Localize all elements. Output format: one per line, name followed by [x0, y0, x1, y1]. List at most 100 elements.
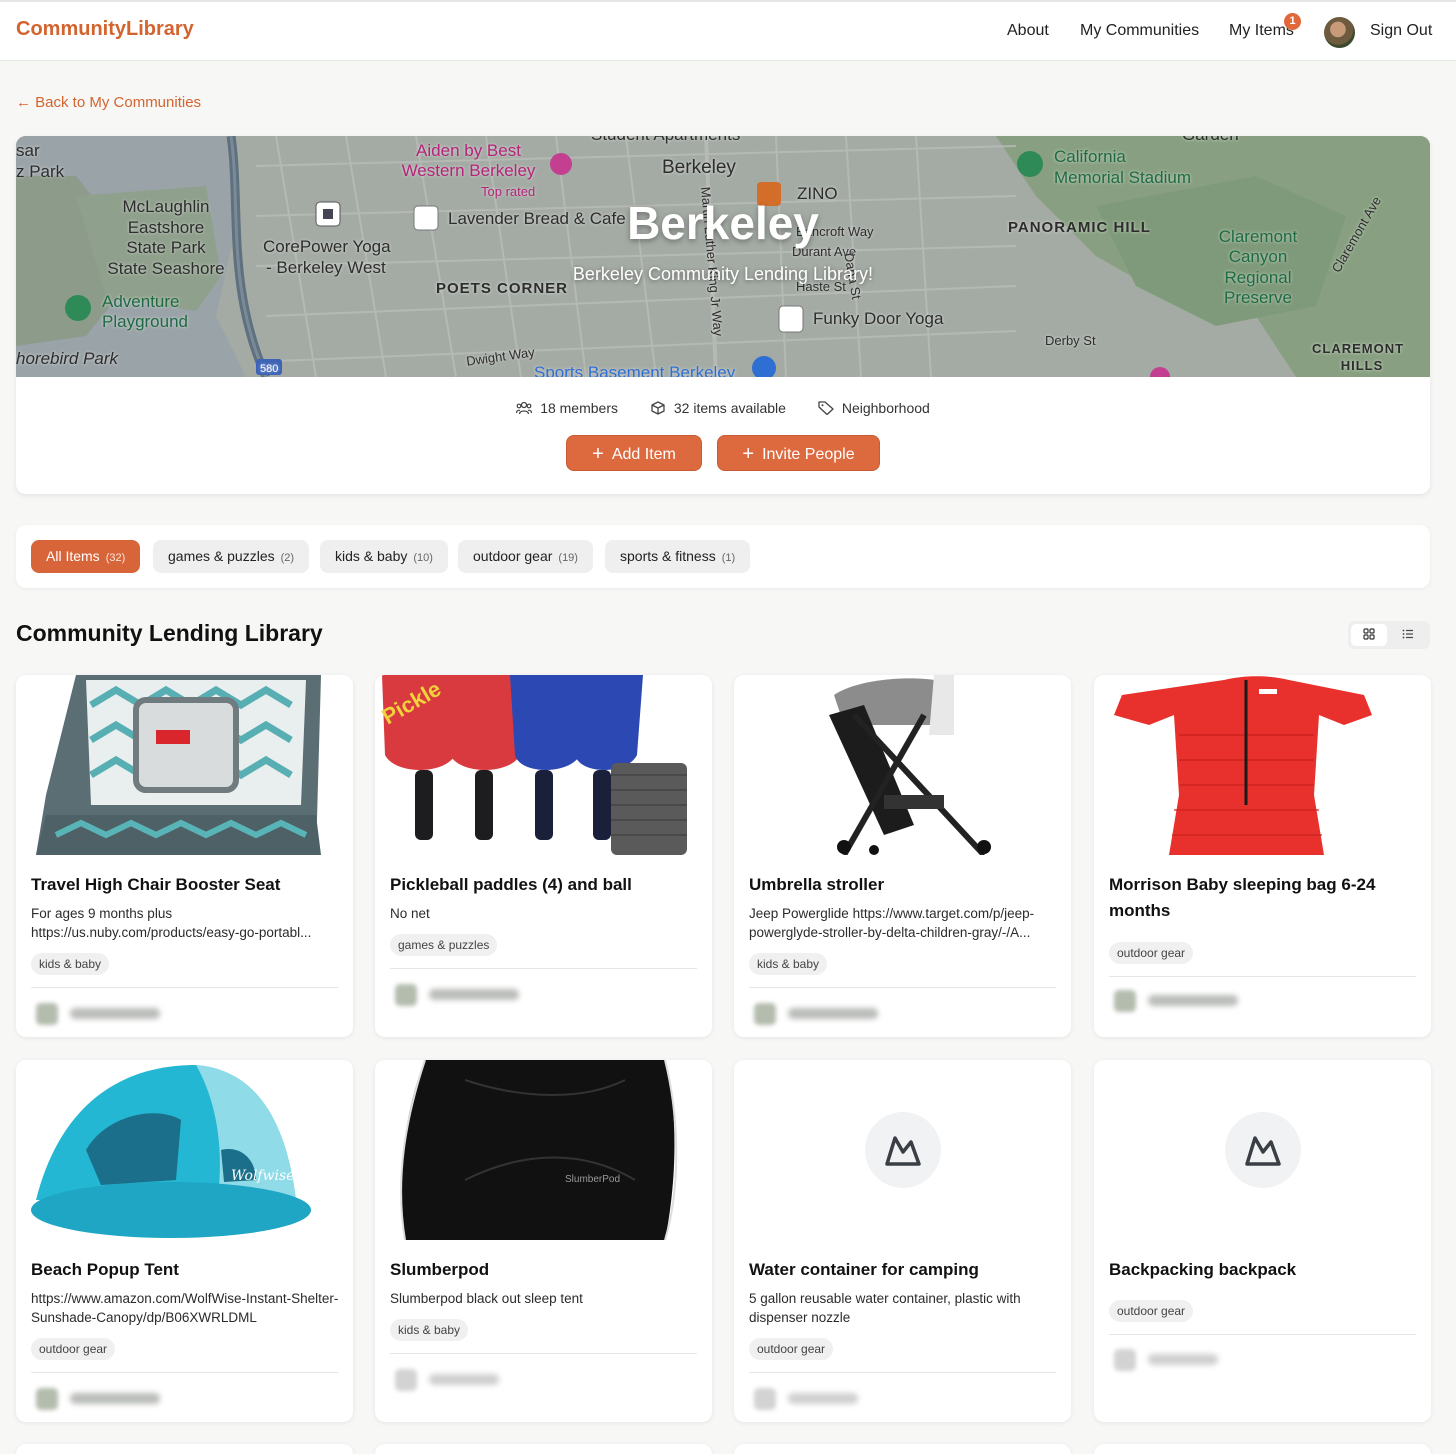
item-title[interactable]: Morrison Baby sleeping bag 6-24 months: [1109, 872, 1419, 924]
item-title[interactable]: Water container for camping: [749, 1257, 1059, 1283]
item-title[interactable]: Backpacking backpack: [1109, 1257, 1419, 1283]
map-label: Preserve: [1223, 288, 1293, 307]
map-label: Derby St: [1045, 333, 1096, 348]
filter-chip-count: (10): [413, 552, 433, 564]
grid-view-button[interactable]: [1351, 624, 1387, 646]
svg-text:Wolfwise: Wolfwise: [231, 1168, 294, 1184]
item-card-peek: [375, 1444, 712, 1454]
item-card-beach-tent[interactable]: Wolfwise Beach Popup Tent https://www.am…: [16, 1060, 353, 1422]
item-title[interactable]: Umbrella stroller: [749, 872, 1059, 898]
item-title[interactable]: Slumberpod: [390, 1257, 700, 1283]
add-item-label: Add Item: [611, 446, 676, 463]
item-card-water-container[interactable]: Water container for camping 5 gallon reu…: [734, 1060, 1071, 1422]
members-count: 18 members: [540, 400, 618, 416]
owner-name-redacted: [788, 1008, 878, 1019]
filter-chip-count: (1): [721, 552, 736, 564]
nav-about-link[interactable]: About: [1007, 22, 1049, 40]
map-label: Aiden by Best: [416, 141, 521, 160]
booster-seat-image: [16, 675, 353, 855]
map-label: Memorial Stadium: [1054, 168, 1191, 187]
owner-avatar: [395, 1369, 417, 1391]
item-card-peek: [16, 1444, 353, 1454]
tag-icon: [818, 401, 834, 415]
map-label: California: [1054, 147, 1126, 166]
mountain-placeholder-icon: [865, 1112, 941, 1188]
card-divider: [1109, 976, 1416, 977]
card-divider: [749, 1372, 1056, 1373]
item-description: For ages 9 months plus https://us.nuby.c…: [31, 906, 312, 940]
owner-name-redacted: [70, 1393, 160, 1404]
filter-chip-outdoor-gear[interactable]: outdoor gear (19): [458, 540, 593, 573]
item-description: No net: [390, 906, 430, 921]
owner-name-redacted: [788, 1393, 858, 1404]
owner-name-redacted: [70, 1008, 160, 1019]
items-stat: 32 items available: [650, 400, 786, 416]
filter-chip-label: outdoor gear: [473, 548, 553, 564]
item-card-peek: [1094, 1444, 1431, 1454]
map-label: Berkeley: [662, 157, 736, 178]
plus-icon: +: [742, 443, 755, 465]
sign-out-link[interactable]: Sign Out: [1370, 22, 1432, 40]
category-filter-bar: All Items (32) games & puzzles (2) kids & …: [16, 525, 1430, 588]
back-to-communities-link[interactable]: ← Back to My Communities: [16, 94, 201, 111]
invite-people-button[interactable]: + Invite People: [717, 435, 880, 471]
svg-text:SlumberPod: SlumberPod: [565, 1174, 620, 1185]
map-label: 580: [260, 363, 279, 375]
card-divider: [390, 968, 697, 969]
user-avatar[interactable]: [1324, 17, 1355, 48]
owner-name-redacted: [429, 1374, 499, 1385]
type-stat: Neighborhood: [818, 400, 930, 416]
stroller-image: [734, 675, 1071, 858]
filter-chip-count: (32): [105, 552, 126, 564]
item-card-booster-seat[interactable]: Travel High Chair Booster Seat For ages …: [16, 675, 353, 1037]
map-label: Funky Door Yoga: [813, 309, 944, 328]
filter-chip-kids-baby[interactable]: kids & baby (10): [320, 540, 448, 573]
brand-logo[interactable]: CommunityLibrary: [16, 18, 194, 41]
item-owner: [36, 1000, 196, 1026]
filter-chip-all-items[interactable]: All Items (32): [31, 540, 141, 573]
sleeping-bag-image: [1094, 675, 1431, 855]
my-items-notification-badge: 1: [1284, 13, 1301, 30]
item-card-sleeping-bag[interactable]: Morrison Baby sleeping bag 6-24 months o…: [1094, 675, 1431, 1037]
items-available-count: 32 items available: [673, 400, 786, 416]
filter-chip-label: sports & fitness: [620, 548, 716, 564]
card-divider: [749, 987, 1056, 988]
item-card-pickleball[interactable]: Pickle Pickleball paddles (4) and ball N…: [375, 675, 712, 1037]
item-title[interactable]: Beach Popup Tent: [31, 1257, 341, 1283]
item-card-umbrella-stroller[interactable]: Umbrella stroller Jeep Powerglide https:…: [734, 675, 1071, 1037]
owner-avatar: [36, 1388, 58, 1410]
card-divider: [1109, 1334, 1416, 1335]
list-icon: [1402, 629, 1413, 639]
item-title[interactable]: Travel High Chair Booster Seat: [31, 872, 341, 898]
add-item-button[interactable]: + Add Item: [566, 435, 702, 471]
owner-avatar: [754, 1388, 776, 1410]
item-category-tag: games & puzzles: [390, 934, 498, 956]
item-title[interactable]: Pickleball paddles (4) and ball: [390, 872, 700, 898]
item-description: 5 gallon reusable water container, plast…: [749, 1291, 1021, 1325]
filter-chip-games-puzzles[interactable]: games & puzzles (2): [153, 540, 310, 573]
owner-avatar: [395, 984, 417, 1006]
slumberpod-image: SlumberPod: [375, 1060, 712, 1241]
members-icon: [516, 401, 533, 415]
item-owner: [754, 1385, 914, 1411]
owner-avatar: [36, 1003, 58, 1025]
item-owner: [395, 1366, 555, 1392]
owner-name-redacted: [429, 989, 519, 1000]
plus-icon: +: [592, 443, 604, 465]
item-category-tag: kids & baby: [749, 953, 828, 975]
nav-my-communities-link[interactable]: My Communities: [1080, 22, 1199, 40]
item-card-slumberpod[interactable]: SlumberPod Slumberpod Slumberpod black o…: [375, 1060, 712, 1422]
card-divider: [31, 987, 338, 988]
owner-name-redacted: [1148, 995, 1238, 1006]
item-category-tag: kids & baby: [31, 953, 110, 975]
filter-chip-label: All Items: [46, 548, 100, 564]
item-owner: [395, 981, 555, 1007]
item-card-peek: [734, 1444, 1071, 1454]
map-label: horebird Park: [16, 349, 119, 368]
filter-chip-label: games & puzzles: [168, 548, 275, 564]
owner-avatar: [754, 1003, 776, 1025]
list-view-button[interactable]: [1390, 624, 1426, 646]
filter-chip-sports-fitness[interactable]: sports & fitness (1): [605, 540, 751, 573]
item-card-backpack[interactable]: Backpacking backpack outdoor gear: [1094, 1060, 1431, 1422]
owner-avatar: [1114, 1349, 1136, 1371]
